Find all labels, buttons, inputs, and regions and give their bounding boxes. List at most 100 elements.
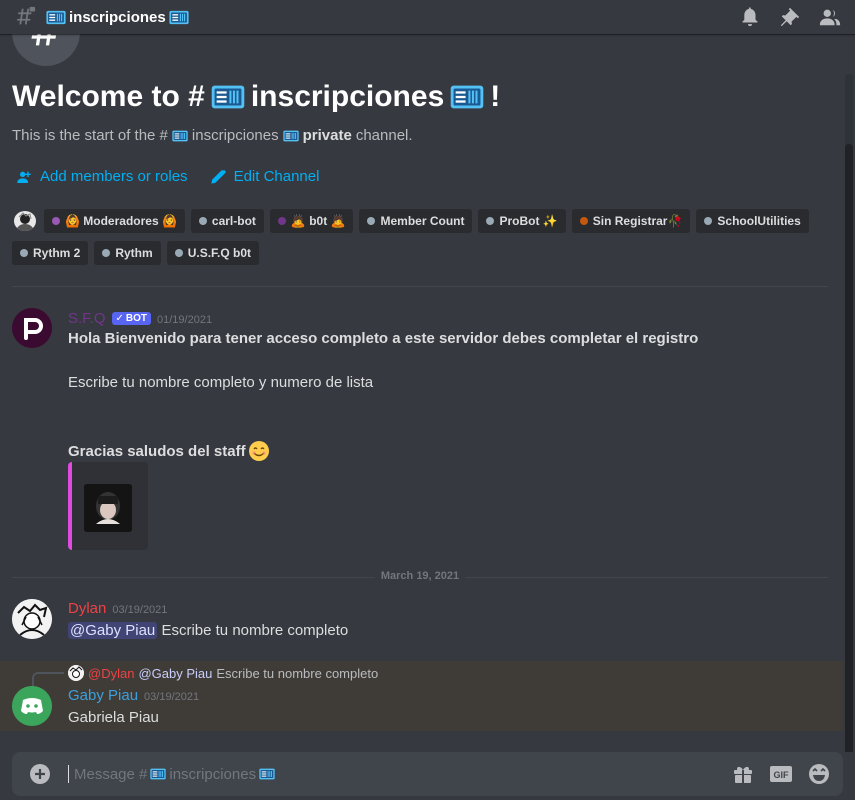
member-list-icon[interactable] (819, 6, 841, 28)
message-timestamp: 03/19/2021 (144, 691, 200, 703)
bot-tag: ✓ BOT (111, 312, 152, 325)
message-line: Escribe tu nombre completo y numero de l… (68, 374, 374, 391)
welcome-actions: Add members or roles Edit Channel (16, 168, 319, 185)
role-pill[interactable]: Sin Registrar🥀 (571, 209, 691, 233)
welcome-sub-prefix: This is the start of the # (12, 127, 168, 144)
message-placeholder-prefix: Message # (74, 765, 148, 783)
gift-icon[interactable] (731, 762, 755, 786)
scrollbar-thumb[interactable] (845, 144, 853, 752)
role-label: Member Count (380, 214, 465, 228)
ticket-icon (211, 84, 245, 110)
ticket-icon (259, 768, 275, 780)
reply-connector (32, 672, 64, 686)
role-label: SchoolUtilities (717, 214, 801, 228)
message-text: Gabriela Piau (68, 709, 159, 726)
ticket-icon (450, 84, 484, 110)
embed-thumbnail[interactable] (84, 484, 132, 532)
ticket-icon (46, 10, 66, 25)
welcome-divider (12, 286, 828, 287)
emoji-picker-icon[interactable] (807, 762, 831, 786)
add-members-button[interactable]: Add members or roles (16, 168, 188, 185)
role-label: ProBot ✨ (499, 214, 558, 228)
message-author[interactable]: Dylan (68, 600, 106, 617)
role-label: 🙆 Moderadores 🙆 (65, 214, 177, 228)
hashtag-lock-icon (17, 6, 36, 25)
edit-channel-label: Edit Channel (233, 168, 320, 185)
message-placeholder-channel: inscripciones (169, 765, 257, 783)
message-embed[interactable] (68, 462, 148, 550)
message-text: Escribe tu nombre completo (161, 622, 349, 639)
role-label: Rythm 2 (33, 246, 81, 260)
welcome-title-prefix: Welcome to # (12, 80, 205, 113)
role-color-dot (367, 217, 376, 225)
role-pill[interactable]: 🙇 b0t 🙇 (269, 209, 354, 233)
role-pill[interactable]: SchoolUtilities (696, 209, 809, 233)
reply-mention[interactable]: @Gaby Piau (138, 666, 212, 681)
role-pill[interactable]: ProBot ✨ (478, 209, 566, 233)
member-avatar[interactable] (12, 209, 38, 233)
role-color-dot (52, 217, 60, 225)
bot-tag-label: BOT (125, 313, 148, 324)
message-input[interactable]: Message # inscripciones (68, 762, 731, 786)
message-timestamp: 01/19/2021 (157, 314, 213, 326)
message-header: Gaby Piau 03/19/2021 (68, 687, 199, 704)
pencil-icon (210, 169, 226, 184)
add-attachment-icon[interactable] (28, 762, 52, 786)
notification-bell-icon[interactable] (739, 6, 761, 28)
role-pill[interactable]: Member Count (359, 209, 473, 233)
message-composer: Message # inscripciones GIF (12, 752, 843, 796)
avatar[interactable] (12, 599, 52, 639)
user-mention[interactable]: @Gaby Piau (68, 622, 158, 639)
role-label: Rythm (115, 246, 153, 260)
role-pill[interactable]: carl-bot (190, 209, 264, 233)
avatar[interactable] (12, 308, 52, 348)
gif-picker-icon[interactable]: GIF (769, 762, 793, 786)
role-pill[interactable]: U.S.F.Q b0t (166, 241, 260, 265)
channel-title-text: inscripciones (69, 8, 166, 26)
smiling-face-emoji-icon (248, 441, 269, 461)
message-header: S.F.Q ✓ BOT 01/19/2021 (68, 310, 212, 327)
message-header: Dylan 03/19/2021 (68, 600, 167, 617)
avatar[interactable] (12, 686, 52, 726)
message-author[interactable]: S.F.Q (68, 310, 106, 327)
reply-text: Escribe tu nombre completo (216, 665, 379, 681)
edit-channel-button[interactable]: Edit Channel (210, 168, 320, 185)
channel-role-list: 🙆 Moderadores 🙆 carl-bot 🙇 b0t 🙇 Member … (12, 209, 812, 265)
message-list[interactable]: Welcome to # inscripciones ! This is the… (0, 34, 855, 752)
reply-author[interactable]: @Dylan (88, 666, 134, 681)
pin-icon[interactable] (779, 6, 801, 28)
gif-label: GIF (774, 770, 790, 780)
role-color-dot (486, 217, 495, 225)
message-line: Hola Bienvenido para tener acceso comple… (68, 330, 699, 347)
date-divider: March 19, 2021 (12, 570, 828, 582)
role-color-dot (174, 249, 183, 257)
message-author[interactable]: Gaby Piau (68, 687, 138, 704)
role-color-dot (20, 249, 28, 257)
hashtag-icon (31, 34, 56, 46)
role-label: carl-bot (211, 214, 256, 228)
welcome-title-channel: inscripciones (250, 80, 445, 113)
role-color-dot (198, 217, 207, 225)
role-color-dot (277, 217, 286, 225)
role-label: 🙇 b0t 🙇 (290, 214, 346, 228)
add-person-icon (17, 171, 31, 183)
ticket-icon (283, 130, 299, 142)
role-color-dot (579, 217, 588, 225)
message-line-group: Gracias saludos del staff (68, 440, 270, 462)
role-pill[interactable]: Rythm (94, 241, 161, 265)
ticket-icon (172, 130, 188, 142)
role-label: U.S.F.Q b0t (187, 246, 252, 260)
role-pill[interactable]: 🙆 Moderadores 🙆 (44, 209, 185, 233)
role-color-dot (102, 249, 111, 257)
welcome-sub-channel: inscripciones (191, 127, 279, 144)
welcome-subtitle: This is the start of the # inscripciones… (12, 127, 413, 144)
reply-preview[interactable]: @Dylan @Gaby Piau Escribe tu nombre comp… (68, 665, 378, 681)
message-line: Gracias saludos del staff (68, 442, 246, 460)
welcome-sub-bold: private (302, 127, 352, 144)
role-pill[interactable]: Rythm 2 (12, 241, 89, 265)
role-color-dot (704, 217, 713, 225)
message-content: @Gaby Piau Escribe tu nombre completo (68, 622, 348, 639)
date-divider-label: March 19, 2021 (374, 570, 466, 582)
text-caret (68, 765, 69, 783)
check-icon: ✓ (115, 313, 124, 324)
